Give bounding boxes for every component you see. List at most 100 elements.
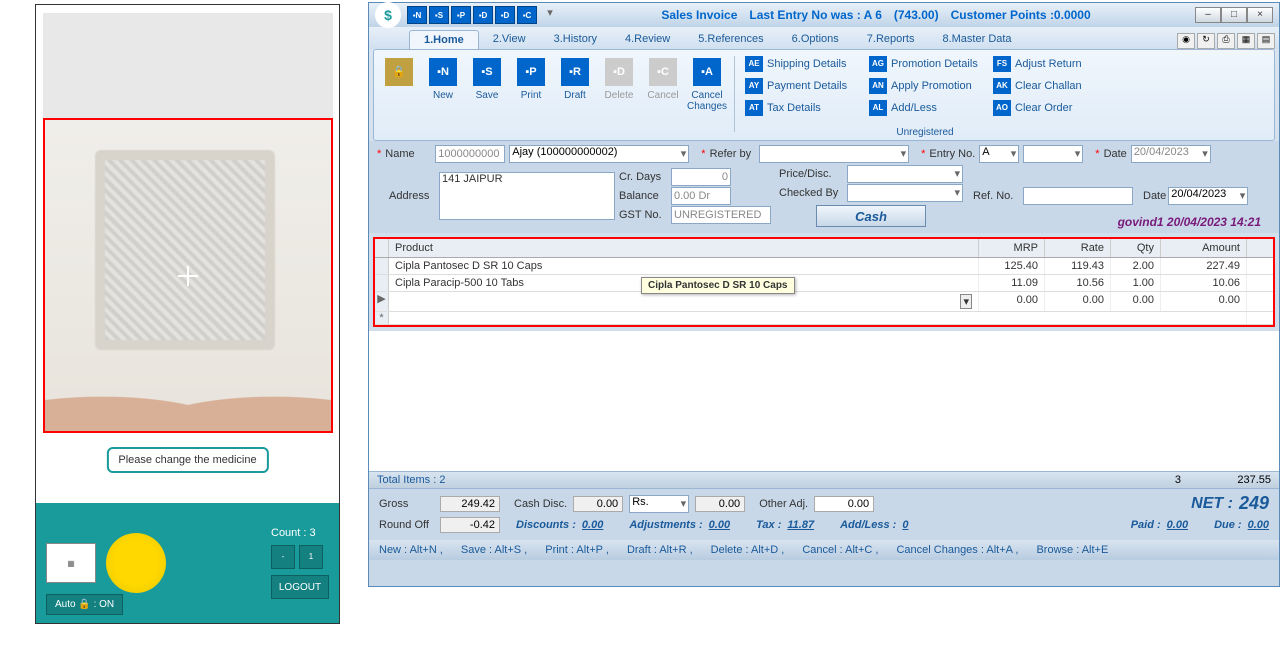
price-disc-combo[interactable] [847,165,963,183]
refer-combo[interactable] [759,145,909,163]
gst-input [671,206,771,224]
help-icon[interactable]: ◉ [1177,33,1195,49]
checked-by-combo[interactable] [847,184,963,202]
tab-3-history[interactable]: 3.History [540,30,611,49]
form-area: *Name Ajay (100000000002) *Refer by *Ent… [369,141,1279,233]
shortcut-hint: Delete : Alt+D , [711,544,785,556]
maximize-button[interactable]: □ [1221,7,1247,23]
roundoff-value: -0.42 [440,517,500,533]
discounts-value[interactable]: 0.00 [582,519,603,531]
plus-button[interactable]: 1 [299,545,323,569]
ref-no-input[interactable] [1023,187,1133,205]
ribbon-draft-button[interactable]: ▪RDraft [554,54,596,136]
totals-bar: Total Items : 2 3 237.55 [369,471,1279,489]
cr-days-input[interactable] [671,168,731,186]
export-icon[interactable]: ▤ [1257,33,1275,49]
ribbon-shipping-details-button[interactable]: AEShipping Details [741,54,861,74]
ribbon-apply-promotion-button[interactable]: ANApply Promotion [865,76,985,96]
sales-invoice-window: $ ▪N▪S▪P▪D▪D▪C ▾ Sales Invoice Last Entr… [368,2,1280,587]
col-amount[interactable]: Amount [1161,239,1247,257]
ribbon-clear-challan-button[interactable]: AKClear Challan [989,76,1109,96]
ribbon-clear-order-button[interactable]: AOClear Order [989,98,1109,118]
other-adj-input[interactable] [814,496,874,512]
total-qty: 3 [1131,474,1181,486]
entry-no-combo[interactable] [1023,145,1083,163]
qat-button[interactable]: ▪P [451,6,471,24]
app-logo-icon[interactable]: $ [375,2,401,28]
col-rate[interactable]: Rate [1045,239,1111,257]
table-row[interactable]: Cipla Pantosec D SR 10 Caps125.40119.432… [375,258,1273,275]
col-product[interactable]: Product [389,239,979,257]
qat-button[interactable]: ▪D [473,6,493,24]
entry-series-combo[interactable]: A [979,145,1019,163]
tab-2-view[interactable]: 2.View [479,30,540,49]
ribbon-adjust-return-button[interactable]: FSAdjust Return [989,54,1109,74]
minus-button[interactable]: - [271,545,295,569]
col-qty[interactable]: Qty [1111,239,1161,257]
ref-no-label: Ref. No. [973,190,1021,202]
logout-button[interactable]: LOGOUT [271,575,329,599]
ribbon-tax-details-button[interactable]: ATTax Details [741,98,861,118]
date2-label: Date [1143,190,1166,202]
shortcut-hint: Cancel Changes : Alt+A , [896,544,1018,556]
tax-value[interactable]: 11.87 [787,519,814,531]
crosshair-icon [178,266,198,286]
address-input[interactable]: 141 JAIPUR [439,172,615,220]
cash-button[interactable]: Cash [816,205,926,227]
qat-button[interactable]: ▪S [429,6,449,24]
due-value: 0.00 [1248,519,1269,531]
name-label: Name [385,148,431,160]
addless-value[interactable]: 0 [902,519,908,531]
calc-icon[interactable]: ▦ [1237,33,1255,49]
ribbon-payment-details-button[interactable]: AYPayment Details [741,76,861,96]
date1-input[interactable]: 20/04/2023 [1131,145,1211,163]
name-combo[interactable]: Ajay (100000000002) [509,145,689,163]
col-mrp[interactable]: MRP [979,239,1045,257]
adjustments-value[interactable]: 0.00 [709,519,730,531]
refresh-icon[interactable]: ↻ [1197,33,1215,49]
qat-button[interactable]: ▪D [495,6,515,24]
ribbon-lock-button[interactable]: 🔒 [378,54,420,136]
ribbon-cancel-changes-button[interactable]: ▪ACancel Changes [686,54,728,136]
ribbon-save-button[interactable]: ▪SSave [466,54,508,136]
adjustments-label: Adjustments : [629,519,702,531]
ribbon-promotion-details-button[interactable]: AGPromotion Details [865,54,985,74]
auto-toggle[interactable]: Auto 🔒 : ON [46,594,123,615]
tab-7-reports[interactable]: 7.Reports [853,30,929,49]
tab-5-references[interactable]: 5.References [684,30,777,49]
ribbon-new-button[interactable]: ▪NNew [422,54,464,136]
capture-button[interactable] [106,533,166,593]
tab-6-options[interactable]: 6.Options [778,30,853,49]
rs-value[interactable]: 0.00 [695,496,745,512]
entry-no-label: Entry No. [929,148,975,160]
date2-input[interactable]: 20/04/2023 [1168,187,1248,205]
shortcut-hint: Print : Alt+P , [545,544,609,556]
checked-by-label: Checked By [779,187,845,199]
ribbon-delete-button: ▪DDelete [598,54,640,136]
minimize-button[interactable]: – [1195,7,1221,23]
shortcuts-bar: New : Alt+N ,Save : Alt+S ,Print : Alt+P… [369,540,1279,560]
ribbon-print-button[interactable]: ▪PPrint [510,54,552,136]
name-code-input[interactable] [435,145,505,163]
tab-4-review[interactable]: 4.Review [611,30,684,49]
rs-combo[interactable]: Rs. [629,495,689,513]
ribbon-add-less-button[interactable]: ALAdd/Less [865,98,985,118]
print-icon[interactable]: ⎙ [1217,33,1235,49]
shortcut-hint: Save : Alt+S , [461,544,527,556]
qat-dropdown-icon[interactable]: ▾ [543,6,557,24]
table-row[interactable]: Cipla Paracip-500 10 Tabs11.0910.561.001… [375,275,1273,292]
tab-1-home[interactable]: 1.Home [409,30,479,49]
summary-area: Gross 249.42 Cash Disc. 0.00 Rs. 0.00 Ot… [369,489,1279,540]
table-row[interactable]: ▶▾0.000.000.000.00 [375,292,1273,312]
ribbon-content: 🔒▪NNew▪SSave▪PPrint▪RDraft▪DDelete▪CCanc… [373,49,1275,141]
tab-8-master-data[interactable]: 8.Master Data [928,30,1025,49]
titlebar: $ ▪N▪S▪P▪D▪D▪C ▾ Sales Invoice Last Entr… [369,3,1279,27]
close-button[interactable]: × [1247,7,1273,23]
thumbnail[interactable]: ▦ [46,543,96,583]
qat-button[interactable]: ▪N [407,6,427,24]
qat-button[interactable]: ▪C [517,6,537,24]
product-tooltip: Cipla Pantosec D SR 10 Caps [641,277,795,294]
camera-view: Please change the medicine [43,13,333,433]
shortcut-hint: Browse : Alt+E [1036,544,1108,556]
cash-disc-value[interactable]: 0.00 [573,496,623,512]
